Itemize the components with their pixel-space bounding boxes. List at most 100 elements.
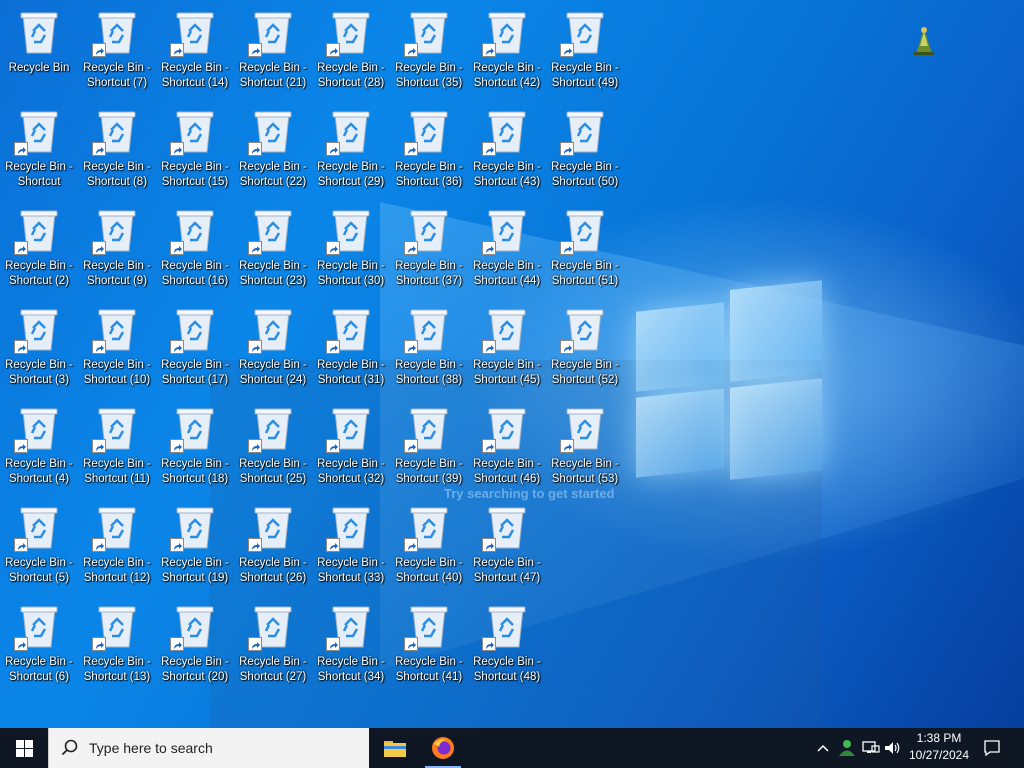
desktop-icon[interactable]: Recycle Bin — [0, 3, 78, 102]
desktop-icon[interactable]: Recycle Bin - Shortcut (47) — [468, 498, 546, 597]
desktop-icon[interactable]: Recycle Bin - Shortcut (38) — [390, 300, 468, 399]
windows-logo-icon — [15, 739, 33, 757]
desktop-icon[interactable]: Recycle Bin - Shortcut (14) — [156, 3, 234, 102]
desktop-icon[interactable]: Recycle Bin - Shortcut (30) — [312, 201, 390, 300]
desktop-icon[interactable]: Recycle Bin - Shortcut (2) — [0, 201, 78, 300]
shortcut-arrow-icon — [14, 142, 28, 156]
clock-time: 1:38 PM — [916, 731, 962, 745]
desktop-icon[interactable]: Recycle Bin - Shortcut (42) — [468, 3, 546, 102]
taskbar-clock[interactable]: 1:38 PM 10/27/2024 — [904, 730, 974, 764]
desktop-icon[interactable]: Recycle Bin - Shortcut (35) — [390, 3, 468, 102]
taskbar-firefox[interactable] — [419, 728, 467, 768]
desktop-icon[interactable]: Recycle Bin - Shortcut (52) — [546, 300, 624, 399]
desktop-icon-label: Recycle Bin - Shortcut (40) — [395, 557, 463, 584]
desktop-icon[interactable]: Recycle Bin - Shortcut (27) — [234, 597, 312, 696]
desktop-icon[interactable]: Recycle Bin - Shortcut (40) — [390, 498, 468, 597]
desktop-icon[interactable]: Recycle Bin - Shortcut (33) — [312, 498, 390, 597]
shortcut-arrow-icon — [14, 538, 28, 552]
desktop-icon-label: Recycle Bin - Shortcut (39) — [395, 458, 463, 485]
desktop-icon[interactable]: Recycle Bin - Shortcut (32) — [312, 399, 390, 498]
desktop-icon-label: Recycle Bin - Shortcut (21) — [239, 62, 307, 89]
taskbar-search-box[interactable]: Type here to search — [48, 728, 369, 768]
desktop-icon[interactable]: Recycle Bin - Shortcut (6) — [0, 597, 78, 696]
desktop-icon[interactable]: Recycle Bin - Shortcut (20) — [156, 597, 234, 696]
desktop-icon-label: Recycle Bin - Shortcut (18) — [161, 458, 229, 485]
desktop-icon-label: Recycle Bin — [8, 62, 70, 74]
desktop-icon[interactable]: Recycle Bin - Shortcut (41) — [390, 597, 468, 696]
desktop-icon[interactable]: Recycle Bin - Shortcut (4) — [0, 399, 78, 498]
desktop-icon[interactable]: Recycle Bin - Shortcut (43) — [468, 102, 546, 201]
desktop-icon[interactable]: Recycle Bin - Shortcut (46) — [468, 399, 546, 498]
desktop-icon[interactable]: Recycle Bin - Shortcut (21) — [234, 3, 312, 102]
desktop-icon[interactable]: Recycle Bin - Shortcut (5) — [0, 498, 78, 597]
desktop-icon[interactable]: Recycle Bin - Shortcut (15) — [156, 102, 234, 201]
windows-wallpaper-logo — [636, 280, 822, 490]
tray-overflow-button[interactable] — [812, 728, 834, 768]
desktop-icon[interactable]: Recycle Bin - Shortcut (22) — [234, 102, 312, 201]
desktop-icon[interactable]: Recycle Bin - Shortcut (23) — [234, 201, 312, 300]
desktop-icon-label: Recycle Bin - Shortcut (37) — [395, 260, 463, 287]
desktop-icon-label: Recycle Bin - Shortcut (12) — [83, 557, 151, 584]
desktop-icon[interactable]: Recycle Bin - Shortcut (25) — [234, 399, 312, 498]
shortcut-arrow-icon — [14, 340, 28, 354]
tray-network-user[interactable] — [836, 728, 858, 768]
desktop-icon-label: Recycle Bin - Shortcut — [5, 161, 73, 188]
search-icon — [61, 739, 78, 756]
desktop-icon-label: Recycle Bin - Shortcut (6) — [5, 656, 73, 683]
mascot-icon[interactable] — [910, 24, 938, 56]
desktop-icon[interactable]: Recycle Bin - Shortcut (11) — [78, 399, 156, 498]
shortcut-arrow-icon — [170, 538, 184, 552]
desktop-icon[interactable]: Recycle Bin - Shortcut (49) — [546, 3, 624, 102]
tray-volume[interactable] — [882, 728, 904, 768]
start-button[interactable] — [0, 728, 48, 768]
tray-network[interactable] — [860, 728, 882, 768]
desktop-icon[interactable]: Recycle Bin - Shortcut (34) — [312, 597, 390, 696]
desktop-icon[interactable]: Recycle Bin - Shortcut (36) — [390, 102, 468, 201]
desktop-icon[interactable]: Recycle Bin - Shortcut — [0, 102, 78, 201]
desktop-icon[interactable]: Recycle Bin - Shortcut (44) — [468, 201, 546, 300]
desktop-icon[interactable]: Recycle Bin - Shortcut (53) — [546, 399, 624, 498]
desktop-icon[interactable]: Recycle Bin - Shortcut (31) — [312, 300, 390, 399]
shortcut-arrow-icon — [326, 142, 340, 156]
desktop-icon-label: Recycle Bin - Shortcut (25) — [239, 458, 307, 485]
shortcut-arrow-icon — [248, 340, 262, 354]
desktop-icon[interactable]: Recycle Bin - Shortcut (18) — [156, 399, 234, 498]
shortcut-arrow-icon — [170, 241, 184, 255]
desktop-icon[interactable]: Recycle Bin - Shortcut (24) — [234, 300, 312, 399]
desktop-icon-label: Recycle Bin - Shortcut (17) — [161, 359, 229, 386]
desktop-icon[interactable]: Recycle Bin - Shortcut (13) — [78, 597, 156, 696]
volume-icon — [885, 742, 900, 754]
shortcut-arrow-icon — [92, 439, 106, 453]
taskbar-file-explorer[interactable] — [371, 728, 419, 768]
desktop-icon[interactable]: Recycle Bin - Shortcut (39) — [390, 399, 468, 498]
desktop-icon[interactable]: Recycle Bin - Shortcut (45) — [468, 300, 546, 399]
desktop-icon[interactable]: Recycle Bin - Shortcut (3) — [0, 300, 78, 399]
shortcut-arrow-icon — [248, 43, 262, 57]
shortcut-arrow-icon — [248, 637, 262, 651]
desktop-icon[interactable]: Recycle Bin - Shortcut (8) — [78, 102, 156, 201]
desktop-icon[interactable]: Recycle Bin - Shortcut (7) — [78, 3, 156, 102]
desktop-icon[interactable]: Recycle Bin - Shortcut (9) — [78, 201, 156, 300]
desktop-icon-label: Recycle Bin - Shortcut (33) — [317, 557, 385, 584]
desktop-icon-label: Recycle Bin - Shortcut (2) — [5, 260, 73, 287]
shortcut-arrow-icon — [560, 439, 574, 453]
desktop-icon[interactable]: Recycle Bin - Shortcut (19) — [156, 498, 234, 597]
desktop-icon[interactable]: Recycle Bin - Shortcut (10) — [78, 300, 156, 399]
desktop-icon[interactable]: Recycle Bin - Shortcut (28) — [312, 3, 390, 102]
desktop-icon-label: Recycle Bin - Shortcut (46) — [473, 458, 541, 485]
desktop-icon[interactable]: Recycle Bin - Shortcut (37) — [390, 201, 468, 300]
notifications-button[interactable] — [978, 728, 1006, 768]
desktop-icon[interactable]: Recycle Bin - Shortcut (29) — [312, 102, 390, 201]
desktop-icon[interactable]: Recycle Bin - Shortcut (12) — [78, 498, 156, 597]
desktop-icon[interactable]: Recycle Bin - Shortcut (48) — [468, 597, 546, 696]
desktop-icon-label: Recycle Bin - Shortcut (8) — [83, 161, 151, 188]
shortcut-arrow-icon — [248, 241, 262, 255]
desktop-icon[interactable]: Recycle Bin - Shortcut (51) — [546, 201, 624, 300]
desktop-icon-label: Recycle Bin - Shortcut (26) — [239, 557, 307, 584]
desktop-icon[interactable]: Recycle Bin - Shortcut (17) — [156, 300, 234, 399]
folder-icon — [384, 741, 406, 757]
desktop-icon[interactable]: Recycle Bin - Shortcut (26) — [234, 498, 312, 597]
desktop-icon[interactable]: Recycle Bin - Shortcut (50) — [546, 102, 624, 201]
desktop-icon[interactable]: Recycle Bin - Shortcut (16) — [156, 201, 234, 300]
desktop[interactable]: Try searching to get started Recycle Bin… — [0, 0, 1024, 728]
